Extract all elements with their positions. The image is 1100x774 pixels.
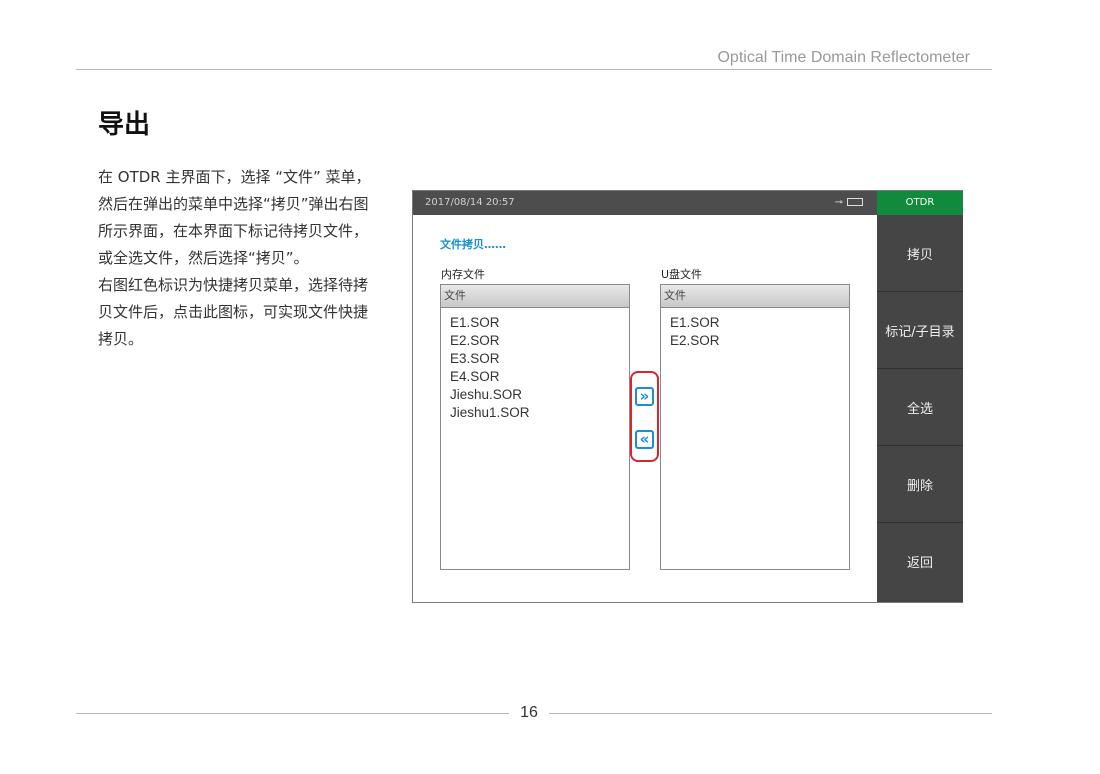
footer-divider-right [549, 713, 992, 714]
section-body: 在 OTDR 主界面下，选择 “文件” 菜单，然后在弹出的菜单中选择“拷贝”弹出… [98, 164, 380, 353]
usb-drive-label: U盘文件 [661, 268, 703, 281]
select-all-button[interactable]: 全选 [877, 369, 963, 446]
mode-label: OTDR [877, 191, 963, 215]
paragraph-1: 在 OTDR 主界面下，选择 “文件” 菜单，然后在弹出的菜单中选择“拷贝”弹出… [98, 168, 371, 267]
file-item[interactable]: E3.SOR [450, 350, 629, 368]
file-item[interactable]: Jieshu1.SOR [450, 404, 629, 422]
battery-icon [847, 198, 863, 206]
file-item[interactable]: E2.SOR [670, 332, 849, 350]
side-menu: OTDR 拷贝 标记/子目录 全选 删除 返回 [877, 191, 963, 602]
power-plug-icon: ⊸ [834, 197, 843, 208]
document-title: Optical Time Domain Reflectometer [717, 49, 970, 66]
copy-dialog-title: 文件拷贝…… [440, 238, 506, 251]
delete-button[interactable]: 删除 [877, 446, 963, 523]
internal-file-list-header: 文件 [441, 285, 629, 308]
header-divider [76, 69, 992, 70]
status-icons: ⊸ [835, 191, 863, 215]
copy-button[interactable]: 拷贝 [877, 215, 963, 292]
internal-memory-label: 内存文件 [441, 268, 485, 281]
section-title: 导出 [98, 110, 151, 140]
usb-file-list-header: 文件 [661, 285, 849, 308]
copy-to-usb-button[interactable]: » [635, 387, 654, 406]
mark-subdir-button[interactable]: 标记/子目录 [877, 292, 963, 369]
file-item[interactable]: E2.SOR [450, 332, 629, 350]
file-item[interactable]: E1.SOR [670, 314, 849, 332]
otdr-screen: 2017/08/14 20:57 ⊸ OTDR 拷贝 标记/子目录 全选 删除 … [412, 190, 963, 603]
page-number: 16 [520, 704, 538, 721]
file-item[interactable]: E4.SOR [450, 368, 629, 386]
paragraph-2: 右图红色标识为快捷拷贝菜单，选择待拷贝文件后，点击此图标，可实现文件快捷拷贝。 [98, 276, 369, 348]
back-button[interactable]: 返回 [877, 523, 963, 600]
quick-copy-controls: » « [630, 371, 659, 462]
usb-file-list[interactable]: 文件 E1.SOR E2.SOR [660, 284, 850, 570]
copy-to-memory-button[interactable]: « [635, 430, 654, 449]
status-bar: 2017/08/14 20:57 ⊸ [413, 191, 877, 215]
datetime-label: 2017/08/14 20:57 [425, 197, 515, 208]
file-item[interactable]: Jieshu.SOR [450, 386, 629, 404]
footer-divider-left [76, 713, 509, 714]
internal-file-list[interactable]: 文件 E1.SOR E2.SOR E3.SOR E4.SOR Jieshu.SO… [440, 284, 630, 570]
file-item[interactable]: E1.SOR [450, 314, 629, 332]
